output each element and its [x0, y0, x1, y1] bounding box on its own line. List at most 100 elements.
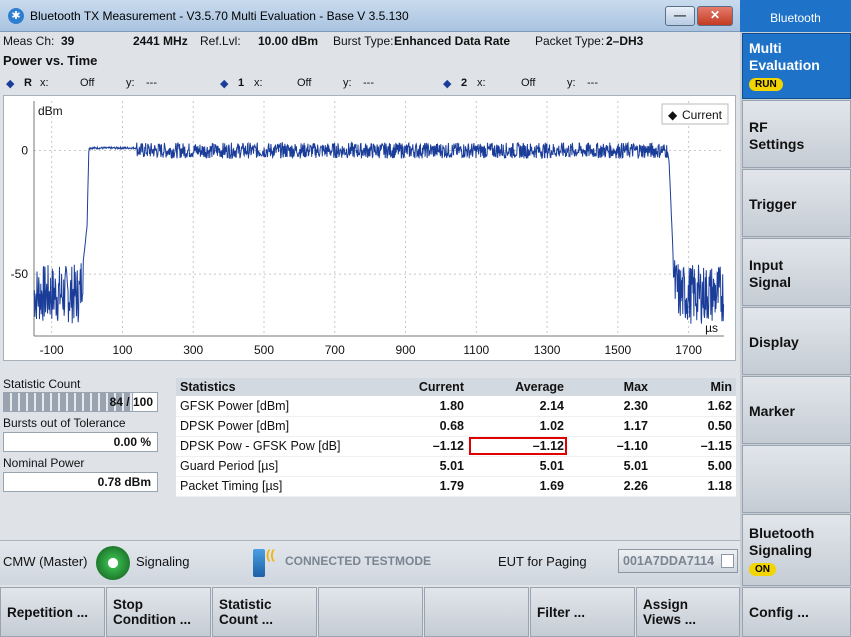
run-badge: RUN	[749, 78, 783, 91]
bursts-out-value: 0.00 %	[3, 432, 158, 452]
measurement-info-bar: Meas Ch: 39 2441 MHz Ref.Lvl: 10.00 dBm …	[0, 32, 740, 52]
empty-softkey[interactable]	[742, 445, 851, 513]
signaling-antenna-icon[interactable]	[96, 546, 130, 580]
x-tick-label: 1100	[463, 343, 489, 357]
right-softkey-panel: Bluetooth Multi Evaluation RUN RF Settin…	[740, 0, 851, 637]
col-header: Max	[568, 378, 652, 396]
x-axis-label: µs	[705, 321, 718, 335]
table-cell: 1.80	[372, 396, 468, 417]
table-cell: 2.14	[468, 396, 568, 417]
table-cell: 5.00	[652, 456, 736, 477]
x-tick-label: 300	[183, 343, 203, 357]
statistic-count-progress: 84 / 100	[3, 392, 158, 412]
marker-1-id: 1	[238, 77, 245, 89]
marker-ref-x-label: x:	[40, 77, 49, 89]
col-header: Average	[468, 378, 568, 396]
packet-type-value: 2–DH3	[606, 34, 644, 48]
input-signal-softkey[interactable]: Input Signal	[742, 238, 851, 306]
meas-ch-label: Meas Ch:	[3, 34, 55, 48]
marker-1-x-label: x:	[254, 77, 263, 89]
table-row: Guard Period [µs] 5.01 5.01 5.01 5.00	[176, 456, 736, 477]
x-tick-label: 900	[396, 343, 416, 357]
marker-softkey[interactable]: Marker	[742, 376, 851, 444]
statistic-count-label: Statistic Count	[3, 377, 81, 391]
y-tick-label: -50	[11, 267, 29, 281]
table-cell: 1.62	[652, 396, 736, 417]
marker-2-x[interactable]: Off	[521, 77, 535, 89]
multi-evaluation-softkey[interactable]: Multi Evaluation RUN	[742, 33, 851, 99]
burst-type-value: Enhanced Data Rate	[394, 34, 511, 48]
empty-softkey[interactable]	[424, 587, 529, 637]
title-bar: ✱ Bluetooth TX Measurement - V3.5.70 Mul…	[0, 0, 740, 32]
panel-header: Bluetooth	[740, 0, 851, 32]
statistic-count-value: 84 / 100	[109, 395, 153, 409]
softkey-label: Display	[749, 334, 799, 350]
table-cell: 1.17	[568, 416, 652, 437]
x-tick-label: 700	[325, 343, 345, 357]
bluetooth-signaling-softkey[interactable]: Bluetooth Signaling ON	[742, 514, 851, 586]
table-row: Packet Timing [µs] 1.79 1.69 2.26 1.18	[176, 476, 736, 497]
minimize-button[interactable]: —	[665, 6, 695, 26]
softkey-label: Bluetooth Signaling	[749, 525, 815, 558]
on-badge: ON	[749, 563, 776, 576]
x-tick-label: 500	[254, 343, 274, 357]
marker-bar: ◆ R x: Off y: --- ◆ 1 x: Off y: --- ◆ 2 …	[0, 73, 740, 95]
marker-ref-x[interactable]: Off	[80, 77, 94, 89]
table-cell: 1.69	[468, 476, 568, 497]
table-cell: 0.68	[372, 416, 468, 437]
power-vs-time-chart[interactable]: -100 100 300 500 700 900 1100 1300 1500 1700 0 -50 d…	[3, 95, 736, 361]
trigger-softkey[interactable]: Trigger	[742, 169, 851, 237]
y-axis-label: dBm	[38, 104, 63, 118]
window-title: Bluetooth TX Measurement - V3.5.70 Multi…	[30, 9, 409, 23]
signaling-label: Signaling	[136, 554, 190, 569]
x-tick-label: 1500	[604, 343, 631, 357]
table-cell: 1.02	[468, 416, 568, 437]
x-tick-label: 1700	[675, 343, 702, 357]
x-tick-label: -100	[40, 343, 64, 357]
bluetooth-icon: ✱	[8, 8, 24, 24]
col-header: Statistics	[176, 378, 372, 396]
close-button[interactable]: ✕	[697, 6, 733, 26]
table-cell: –1.10	[568, 436, 652, 457]
table-cell: 5.01	[568, 456, 652, 477]
table-cell: DPSK Pow - GFSK Pow [dB]	[176, 436, 372, 457]
marker-2-y: ---	[587, 77, 598, 89]
marker-1-y: ---	[363, 77, 374, 89]
rf-settings-softkey[interactable]: RF Settings	[742, 100, 851, 168]
dropdown-icon[interactable]	[721, 554, 734, 568]
marker-1-x[interactable]: Off	[297, 77, 311, 89]
softkey-label: Config ...	[749, 604, 809, 620]
assign-views-softkey[interactable]: Assign Views ...	[636, 587, 740, 637]
cmw-master-label: CMW (Master)	[3, 554, 88, 569]
burst-type-label: Burst Type:	[333, 34, 394, 48]
table-row: DPSK Power [dBm] 0.68 1.02 1.17 0.50	[176, 416, 736, 437]
col-header: Current	[372, 378, 468, 396]
frequency-value: 2441 MHz	[133, 34, 188, 48]
config-softkey[interactable]: Config ...	[742, 587, 851, 637]
highlighted-average-cell: –1.12	[468, 436, 568, 457]
eut-paging-label: EUT for Paging	[498, 554, 587, 569]
table-cell: Packet Timing [µs]	[176, 476, 372, 497]
statistic-count-softkey[interactable]: Statistic Count ...	[212, 587, 317, 637]
table-cell: 2.26	[568, 476, 652, 497]
table-cell: DPSK Power [dBm]	[176, 416, 372, 437]
table-cell: Guard Period [µs]	[176, 456, 372, 477]
marker-1-y-label: y:	[343, 77, 352, 89]
marker-2-y-label: y:	[567, 77, 576, 89]
empty-softkey[interactable]	[318, 587, 423, 637]
stop-condition-softkey[interactable]: Stop Condition ...	[106, 587, 211, 637]
eut-paging-value: 001A7DDA7114	[623, 554, 715, 568]
display-softkey[interactable]: Display	[742, 307, 851, 375]
table-cell: 2.30	[568, 396, 652, 417]
nominal-power-label: Nominal Power	[3, 456, 85, 470]
section-title: Power vs. Time	[3, 53, 98, 68]
repetition-softkey[interactable]: Repetition ...	[0, 587, 105, 637]
packet-type-label: Packet Type:	[535, 34, 605, 48]
meas-ch-value: 39	[61, 34, 75, 48]
table-cell: 0.50	[652, 416, 736, 437]
softkey-label: Input Signal	[749, 257, 792, 290]
softkey-label: Marker	[749, 403, 795, 419]
softkey-label: Multi Evaluation	[749, 40, 820, 73]
filter-softkey[interactable]: Filter ...	[530, 587, 635, 637]
eut-paging-field[interactable]: 001A7DDA7114	[618, 549, 738, 573]
